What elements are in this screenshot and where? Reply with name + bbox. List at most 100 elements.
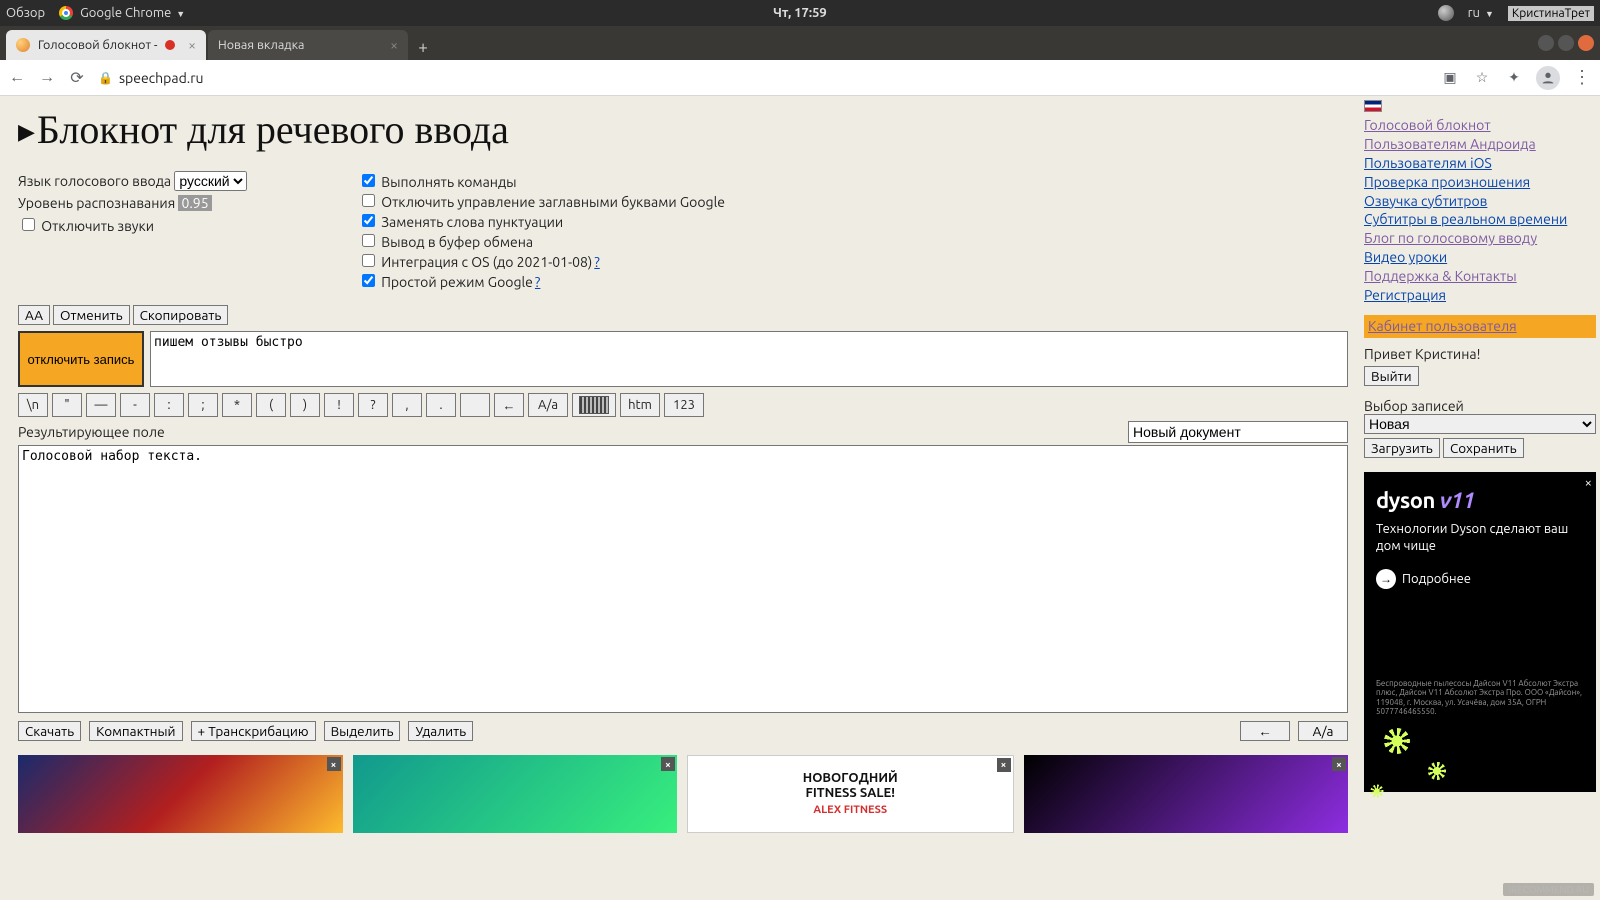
toggle-record-button[interactable]: отключить запись: [18, 331, 144, 387]
symbol-button[interactable]: .: [426, 393, 456, 417]
result-back-button[interactable]: ←: [1240, 721, 1290, 741]
close-ad-icon[interactable]: ×: [661, 757, 675, 771]
result-case-button[interactable]: A/a: [1298, 721, 1348, 741]
symbol-button[interactable]: A/a: [528, 393, 568, 417]
nav-back-button[interactable]: ←: [8, 69, 26, 87]
ad-more-button[interactable]: → Подробнее: [1376, 569, 1471, 589]
clock[interactable]: Чт, 17:59: [773, 6, 827, 20]
compact-button[interactable]: Компактный: [89, 721, 182, 741]
new-tab-button[interactable]: +: [410, 34, 436, 60]
steam-tray-icon[interactable]: [1438, 5, 1454, 21]
extensions-icon[interactable]: ✦: [1504, 68, 1524, 88]
nav-reload-button[interactable]: ⟳: [68, 69, 86, 87]
mute-sounds-option[interactable]: Отключить звуки: [18, 218, 154, 234]
record-selector[interactable]: Новая: [1364, 414, 1596, 434]
close-tab-icon[interactable]: ×: [390, 37, 398, 53]
uk-flag-icon[interactable]: [1364, 100, 1382, 112]
window-maximize-button[interactable]: [1558, 35, 1574, 51]
ad-banner[interactable]: ×: [1024, 755, 1349, 833]
help-icon[interactable]: ?: [535, 274, 540, 290]
symbol-button[interactable]: ←: [494, 393, 524, 417]
symbol-button[interactable]: *: [222, 393, 252, 417]
option-caps-checkbox[interactable]: [362, 194, 375, 207]
font-size-button[interactable]: AA: [18, 305, 50, 325]
symbol-button[interactable]: \n: [18, 393, 48, 417]
add-transcription-button[interactable]: + Транскрибацию: [191, 721, 316, 741]
mute-sounds-checkbox[interactable]: [22, 218, 35, 231]
symbol-button[interactable]: :: [154, 393, 184, 417]
close-ad-icon[interactable]: ×: [1332, 757, 1346, 771]
symbol-button[interactable]: ": [52, 393, 82, 417]
chrome-menu-button[interactable]: ⋮: [1572, 68, 1592, 88]
ad-banner[interactable]: ×: [18, 755, 343, 833]
active-app-menu[interactable]: Google Chrome ▼: [59, 6, 185, 21]
ad-banner[interactable]: ×: [353, 755, 678, 833]
symbol-button[interactable]: —: [86, 393, 116, 417]
option-os-checkbox[interactable]: [362, 254, 375, 267]
user-cabinet-link[interactable]: Кабинет пользователя: [1368, 318, 1517, 334]
option-cmd[interactable]: Выполнять команды: [358, 171, 725, 190]
symbol-button[interactable]: 123: [664, 393, 704, 417]
keyboard-layout-indicator[interactable]: ru ▼: [1468, 6, 1494, 20]
option-simple-checkbox[interactable]: [362, 274, 375, 287]
undo-button[interactable]: Отменить: [53, 305, 130, 325]
close-ad-icon[interactable]: ×: [997, 758, 1011, 772]
sidebar-link[interactable]: Голосовой блокнот: [1364, 116, 1596, 135]
copy-button[interactable]: Скопировать: [133, 305, 229, 325]
logout-button[interactable]: Выйти: [1364, 366, 1419, 386]
option-caps[interactable]: Отключить управление заглавными буквами …: [358, 191, 725, 210]
address-bar[interactable]: 🔒 speechpad.ru: [98, 70, 1428, 86]
camera-icon[interactable]: ▣: [1440, 68, 1460, 88]
profile-avatar[interactable]: [1536, 66, 1560, 90]
symbol-button[interactable]: [572, 393, 616, 417]
input-language-select[interactable]: русский: [174, 171, 247, 191]
symbol-button[interactable]: (: [256, 393, 286, 417]
save-button[interactable]: Сохранить: [1443, 438, 1524, 458]
sidebar-link[interactable]: Озвучка субтитров: [1364, 192, 1596, 211]
document-title-input[interactable]: [1128, 421, 1348, 443]
result-textarea[interactable]: Голосовой набор текста.: [18, 445, 1348, 713]
symbol-button[interactable]: -: [120, 393, 150, 417]
symbol-button[interactable]: ?: [358, 393, 388, 417]
sidebar-link[interactable]: Поддержка & Контакты: [1364, 267, 1596, 286]
select-all-button[interactable]: Выделить: [324, 721, 401, 741]
activities-button[interactable]: Обзор: [6, 6, 45, 20]
sidebar-link[interactable]: Пользователям iOS: [1364, 154, 1596, 173]
sidebar-link[interactable]: Субтитры в реальном времени: [1364, 210, 1596, 229]
sidebar-link[interactable]: Видео уроки: [1364, 248, 1596, 267]
sidebar-link[interactable]: Пользователям Андроида: [1364, 135, 1596, 154]
ad-banner[interactable]: × НОВОГОДНИЙ FITNESS SALE! ALEX FITNESS: [687, 755, 1014, 833]
tab-speechpad[interactable]: Голосовой блокнот - ×: [6, 30, 206, 60]
download-button[interactable]: Скачать: [18, 721, 81, 741]
sidebar-link[interactable]: Регистрация: [1364, 286, 1596, 305]
sidebar-link[interactable]: Проверка произношения: [1364, 173, 1596, 192]
tab-newtab[interactable]: Новая вкладка ×: [208, 30, 408, 60]
option-os[interactable]: Интеграция с OS (до 2021-01-08)?: [358, 251, 725, 270]
symbol-button[interactable]: htm: [620, 393, 660, 417]
option-punct-checkbox[interactable]: [362, 214, 375, 227]
symbol-button[interactable]: ): [290, 393, 320, 417]
symbol-button[interactable]: ;: [188, 393, 218, 417]
symbol-button[interactable]: [460, 393, 490, 417]
sidebar-ad[interactable]: × dyson v11 Технологии Dyson сделают ваш…: [1364, 472, 1596, 792]
transcription-input[interactable]: пишем отзывы быстро: [150, 331, 1348, 387]
nav-forward-button[interactable]: →: [38, 69, 56, 87]
close-ad-icon[interactable]: ×: [1585, 476, 1592, 490]
option-buf-checkbox[interactable]: [362, 234, 375, 247]
bookmark-star-icon[interactable]: ☆: [1472, 68, 1492, 88]
sidebar-link[interactable]: Блог по голосовому вводу: [1364, 229, 1596, 248]
window-minimize-button[interactable]: [1538, 35, 1554, 51]
delete-button[interactable]: Удалить: [408, 721, 473, 741]
option-simple[interactable]: Простой режим Google?: [358, 271, 725, 290]
window-close-button[interactable]: [1578, 35, 1594, 51]
option-punct[interactable]: Заменять слова пунктуации: [358, 211, 725, 230]
close-ad-icon[interactable]: ×: [327, 757, 341, 771]
symbol-button[interactable]: ,: [392, 393, 422, 417]
close-tab-icon[interactable]: ×: [188, 37, 196, 53]
load-button[interactable]: Загрузить: [1364, 438, 1440, 458]
symbol-button[interactable]: !: [324, 393, 354, 417]
user-menu[interactable]: КристинаТрет: [1508, 6, 1594, 21]
option-cmd-checkbox[interactable]: [362, 174, 375, 187]
help-icon[interactable]: ?: [594, 254, 599, 270]
option-buf[interactable]: Вывод в буфер обмена: [358, 231, 725, 250]
